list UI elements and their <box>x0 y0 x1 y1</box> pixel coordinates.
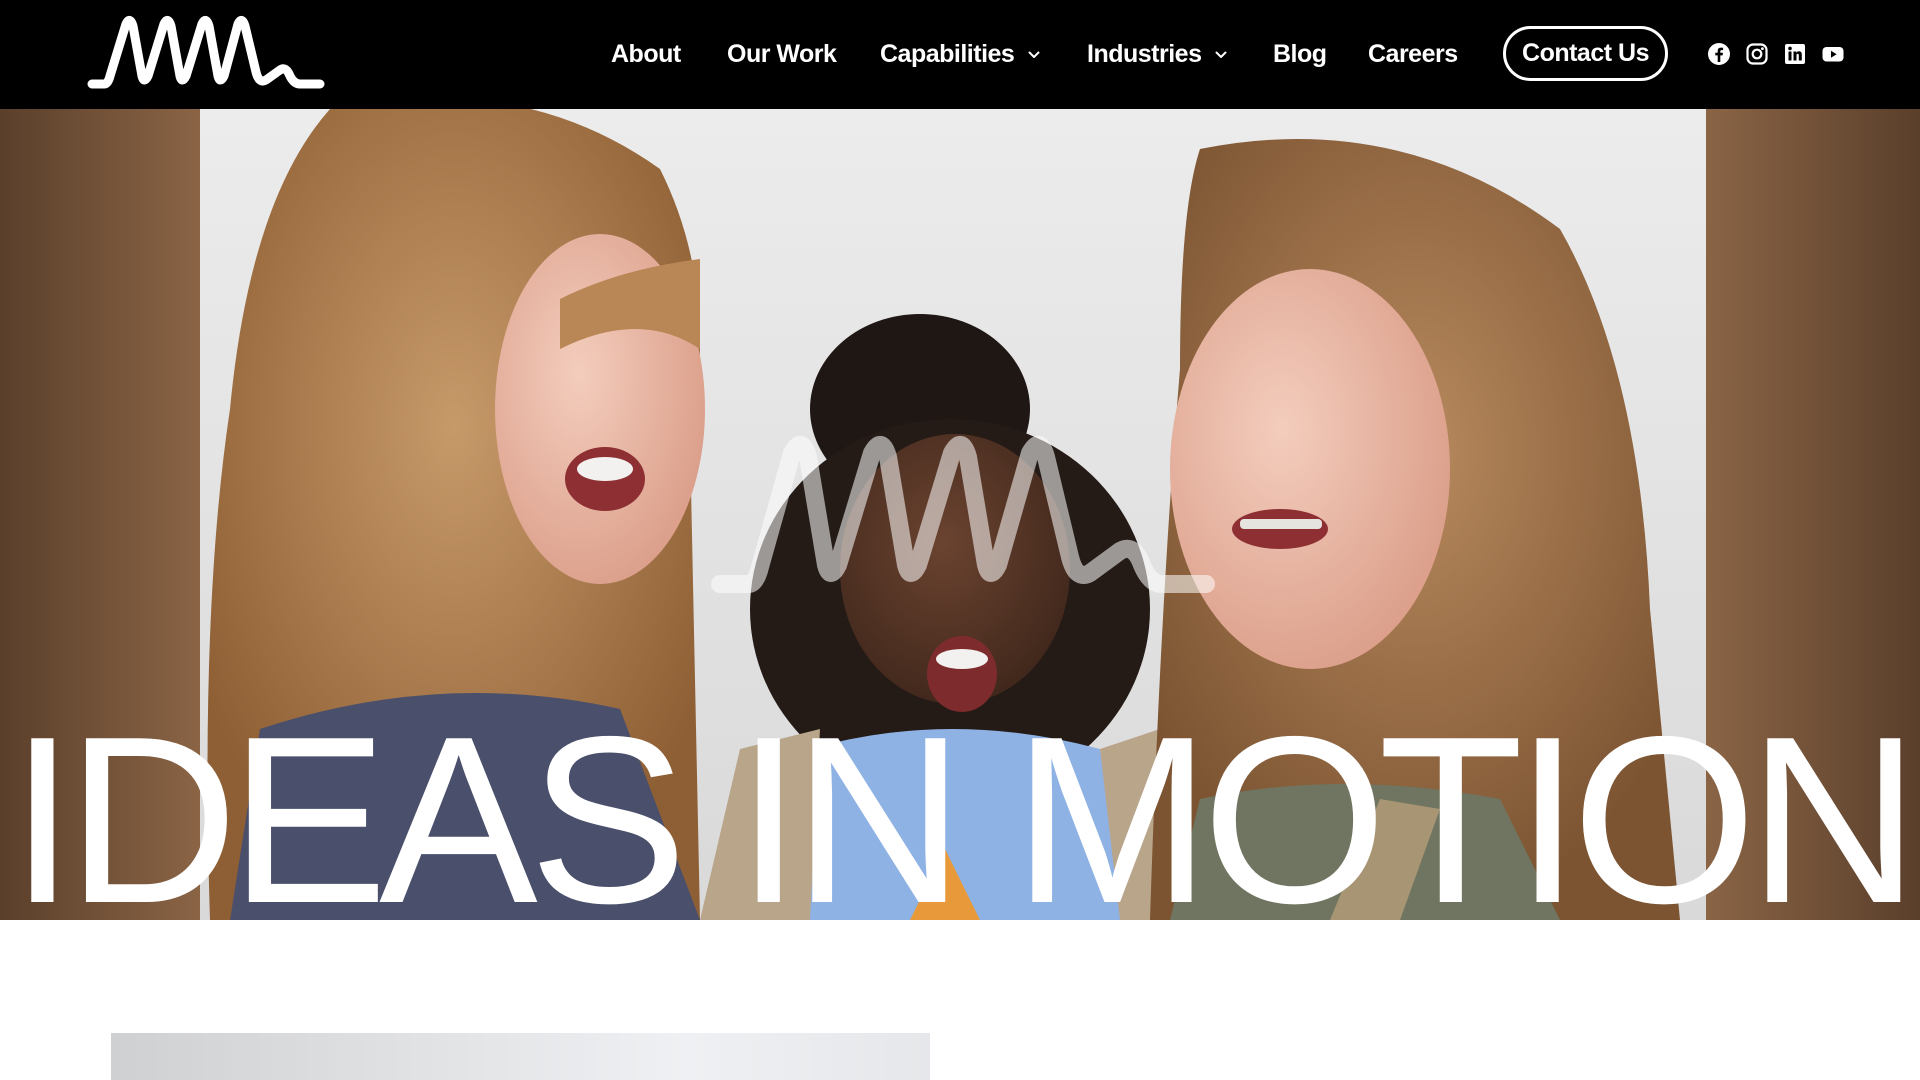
nav-industries-label: Industries <box>1087 40 1202 68</box>
contact-us-button[interactable]: Contact Us <box>1503 26 1668 81</box>
nav-about-label: About <box>611 40 681 68</box>
nav-careers-label: Careers <box>1368 40 1458 68</box>
nav-our-work[interactable]: Our Work <box>727 0 837 109</box>
main-nav: About Our Work Capabilities Industries B… <box>0 0 1920 109</box>
facebook-icon[interactable] <box>1707 42 1731 66</box>
hero-logo-watermark <box>710 429 1216 601</box>
site-header: About Our Work Capabilities Industries B… <box>0 0 1920 109</box>
featured-media-card[interactable] <box>111 1033 930 1080</box>
nav-industries[interactable]: Industries <box>1087 0 1227 109</box>
nav-careers[interactable]: Careers <box>1368 0 1458 109</box>
content-section <box>0 920 1920 1080</box>
nav-blog-label: Blog <box>1273 40 1327 68</box>
nav-blog[interactable]: Blog <box>1273 0 1327 109</box>
contact-us-label: Contact Us <box>1522 39 1649 67</box>
chevron-down-icon <box>1215 51 1227 59</box>
instagram-icon[interactable] <box>1745 42 1769 66</box>
youtube-icon[interactable] <box>1821 42 1845 66</box>
chevron-down-icon <box>1028 51 1040 59</box>
logo-mark-icon <box>711 436 1215 593</box>
hero-headline-text: IDEAS IN MOTION <box>9 691 1919 920</box>
nav-our-work-label: Our Work <box>727 40 837 68</box>
nav-capabilities[interactable]: Capabilities <box>880 0 1040 109</box>
hero-section: IDEAS IN MOTION <box>0 109 1920 920</box>
hero-headline: IDEAS IN MOTION <box>0 691 1920 920</box>
nav-capabilities-label: Capabilities <box>880 40 1015 68</box>
nav-about[interactable]: About <box>611 0 681 109</box>
linkedin-icon[interactable] <box>1783 42 1807 66</box>
